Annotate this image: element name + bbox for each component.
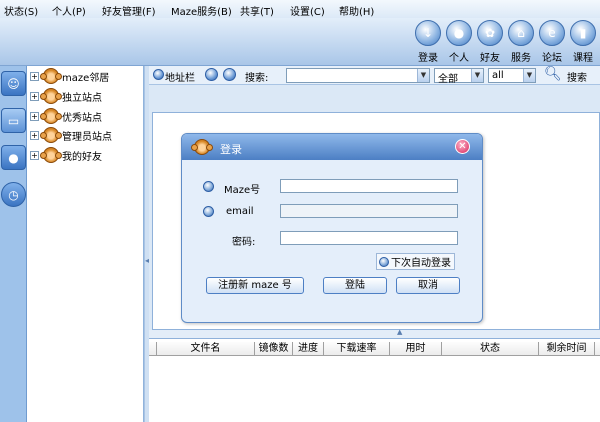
toolbar-login-button[interactable]: ↓ 登录 [414, 20, 442, 64]
email-field[interactable] [280, 204, 458, 218]
menu-settings[interactable]: 设置(C) [290, 3, 325, 18]
tree-item-my-friends[interactable]: + 我的好友 [30, 146, 102, 164]
monkey-icon [191, 139, 213, 155]
monkey-icon [40, 68, 62, 84]
search-button[interactable]: 搜索 [567, 69, 587, 84]
auto-login-checkbox[interactable]: 下次自动登录 [376, 253, 455, 270]
dialog-titlebar[interactable]: 登录 ✕ [182, 134, 482, 160]
register-button[interactable]: 注册新 maze 号 [206, 277, 304, 294]
menu-maze-service[interactable]: Maze服务(B) [171, 3, 232, 18]
forward-icon[interactable] [223, 68, 236, 81]
monkey-icon [40, 88, 62, 104]
menu-friends[interactable]: 好友管理(F) [102, 3, 156, 18]
maze-id-radio[interactable] [203, 181, 214, 192]
password-field[interactable] [280, 231, 458, 245]
column-header-remaining[interactable]: 剩余时间 [539, 342, 595, 356]
search-input[interactable]: ▼ [286, 68, 430, 83]
menu-bar: 状态(S) 个人(P) 好友管理(F) Maze服务(B) 共享(T) 设置(C… [0, 0, 600, 18]
dialog-title: 登录 [220, 143, 242, 156]
download-table: 文件名 镜像数 进度 下载速率 用时 状态 剩余时间 [149, 338, 600, 422]
tree-item-independent-sites[interactable]: + 独立站点 [30, 87, 102, 105]
expand-icon[interactable]: + [30, 111, 39, 121]
menu-personal[interactable]: 个人(P) [52, 3, 86, 18]
toolbar-forum-button[interactable]: e 论坛 [538, 20, 566, 64]
search-icon[interactable]: 🔍︎ [544, 66, 562, 82]
column-header-status[interactable]: 状态 [442, 342, 539, 356]
column-header-elapsed[interactable]: 用时 [390, 342, 442, 356]
menu-share[interactable]: 共享(T) [240, 3, 274, 18]
menu-help[interactable]: 帮助(H) [339, 3, 374, 18]
chevron-down-icon[interactable]: ▼ [471, 69, 483, 82]
collapse-down-icon[interactable]: ▲ [397, 328, 402, 336]
column-header-filename[interactable]: 文件名 [157, 342, 255, 356]
toolbar: ↓ 登录 ● 个人 ✿ 好友 ⌂ 服务 e 论坛 ▮ 课程 [0, 18, 600, 66]
address-icon [153, 69, 164, 80]
column-header-progress[interactable]: 进度 [293, 342, 324, 356]
address-bar: 地址栏 搜索: ▼ 全部 ▼ all ▼ 🔍︎ 搜索 [149, 66, 600, 85]
column-header-speed[interactable]: 下载速率 [324, 342, 390, 356]
tree-item-admin-sites[interactable]: + 管理员站点 [30, 126, 112, 144]
checkbox-icon [379, 256, 389, 267]
email-label: email [226, 206, 254, 217]
password-label: 密码: [232, 237, 256, 248]
service-icon: ⌂ [508, 20, 534, 46]
column-header-mirrors[interactable]: 镜像数 [255, 342, 293, 356]
login-icon: ↓ [415, 20, 441, 46]
login-button[interactable]: 登陆 [323, 277, 387, 294]
column-header-filler [595, 342, 600, 356]
left-nav: ☺ ▭ ● ◷ [0, 66, 27, 422]
monkey-icon [40, 147, 62, 163]
maze-id-field[interactable] [280, 179, 458, 193]
collapse-arrow-icon[interactable]: ◂ [145, 256, 149, 265]
nav-friends-icon[interactable]: ☺ [1, 71, 26, 96]
address-label: 地址栏 [165, 73, 195, 84]
pane-divider[interactable]: ▲ [149, 328, 600, 338]
search-label: 搜索: [245, 73, 269, 84]
toolbar-personal-button[interactable]: ● 个人 [445, 20, 473, 64]
column-header-blank [149, 342, 157, 356]
expand-icon[interactable]: + [30, 150, 39, 160]
tree-item-maze-neighbors[interactable]: + maze邻居 [30, 67, 109, 85]
toolbar-service-button[interactable]: ⌂ 服务 [507, 20, 535, 64]
course-icon: ▮ [570, 20, 596, 46]
login-dialog: 登录 ✕ Maze号 email 密码: 下次自动登录 注册新 maze 号 登… [181, 133, 483, 323]
friends-icon: ✿ [477, 20, 503, 46]
maze-id-label: Maze号 [224, 185, 261, 196]
forum-icon: e [539, 20, 565, 46]
filter-select[interactable]: all ▼ [488, 68, 536, 83]
scope-select[interactable]: 全部 ▼ [434, 68, 484, 85]
person-icon: ● [446, 20, 472, 46]
back-icon[interactable] [205, 68, 218, 81]
chevron-down-icon[interactable]: ▼ [523, 69, 535, 82]
cancel-button[interactable]: 取消 [396, 277, 460, 294]
site-tree: + maze邻居 + 独立站点 + 优秀站点 + 管理员站点 + 我的好友 [27, 66, 144, 422]
email-radio[interactable] [203, 206, 214, 217]
chevron-down-icon[interactable]: ▼ [417, 69, 429, 82]
tree-item-excellent-sites[interactable]: + 优秀站点 [30, 107, 102, 125]
monkey-icon [40, 108, 62, 124]
close-icon[interactable]: ✕ [455, 139, 470, 154]
monkey-icon [40, 127, 62, 143]
expand-icon[interactable]: + [30, 130, 39, 140]
nav-monitor-icon[interactable]: ▭ [1, 108, 26, 133]
nav-clock-icon[interactable]: ◷ [1, 182, 26, 207]
nav-user-icon[interactable]: ● [1, 145, 26, 170]
expand-icon[interactable]: + [30, 71, 39, 81]
toolbar-course-button[interactable]: ▮ 课程 [569, 20, 597, 64]
expand-icon[interactable]: + [30, 91, 39, 101]
toolbar-friends-button[interactable]: ✿ 好友 [476, 20, 504, 64]
menu-status[interactable]: 状态(S) [4, 3, 38, 18]
